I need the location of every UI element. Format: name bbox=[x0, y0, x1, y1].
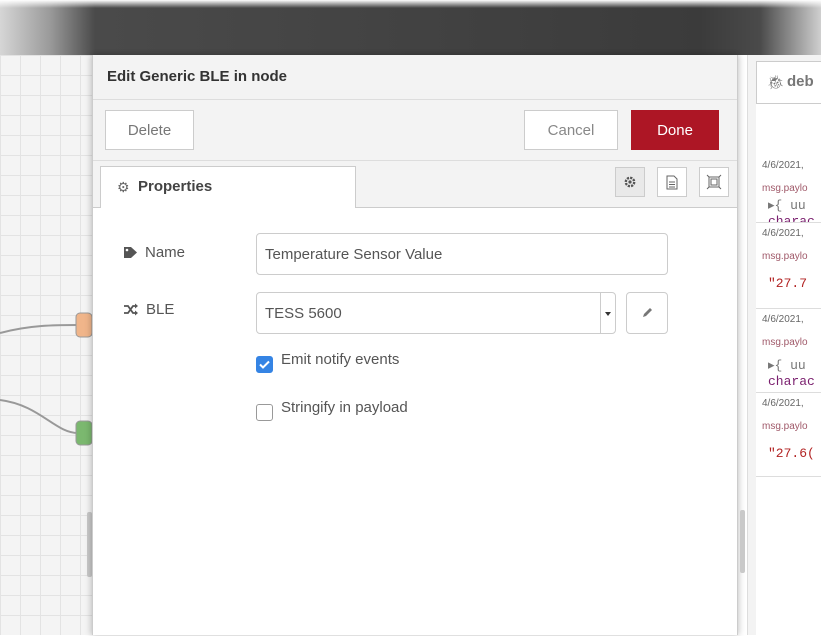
settings-gear-button[interactable] bbox=[615, 167, 645, 197]
frame-icon bbox=[706, 174, 722, 190]
name-input[interactable]: Temperature Sensor Value bbox=[256, 233, 668, 275]
tab-properties-label: Properties bbox=[138, 178, 213, 195]
message-timestamp: 4/6/2021, bbox=[762, 228, 804, 239]
debug-message[interactable]: 4/6/2021, msg.paylo ▸{ uu charac bbox=[756, 154, 821, 223]
debug-message[interactable]: 4/6/2021, msg.paylo "27.7 bbox=[756, 222, 821, 309]
dialog-toolbar: Delete Cancel Done bbox=[93, 100, 737, 161]
debug-messages: 4/6/2021, msg.paylo ▸{ uu charac 4/6/202… bbox=[756, 103, 821, 636]
debug-message[interactable]: 4/6/2021, msg.paylo ▸{ uu charac bbox=[756, 308, 821, 393]
checkmark-icon bbox=[259, 360, 270, 369]
dialog-title: Edit Generic BLE in node bbox=[107, 68, 288, 85]
done-button[interactable]: Done bbox=[631, 110, 719, 150]
ble-label-row: BLE bbox=[123, 301, 174, 318]
cancel-button[interactable]: Cancel bbox=[524, 110, 618, 150]
message-value[interactable]: ▸{ uu bbox=[768, 198, 806, 213]
message-topic: msg.paylo bbox=[762, 183, 808, 194]
stringify-payload-checkbox[interactable] bbox=[256, 404, 273, 421]
debug-sidebar: 🐞︎ deb 4/6/2021, msg.paylo ▸{ uu charac … bbox=[747, 55, 821, 636]
tab-debug[interactable]: 🐞︎ deb bbox=[756, 61, 821, 103]
chevron-down-icon bbox=[600, 293, 615, 333]
ble-label: BLE bbox=[146, 301, 175, 318]
message-topic: msg.paylo bbox=[762, 421, 808, 432]
edit-node-dialog: Edit Generic BLE in node Delete Cancel D… bbox=[92, 55, 738, 635]
message-value[interactable]: ▸{ uu bbox=[768, 358, 806, 373]
flow-wires bbox=[0, 312, 92, 446]
tab-properties[interactable]: ⚙ Properties bbox=[100, 166, 356, 208]
tab-debug-label: deb bbox=[787, 73, 814, 90]
message-value: "27.6( bbox=[768, 446, 815, 461]
gear-icon bbox=[624, 176, 636, 188]
pencil-icon bbox=[643, 308, 652, 317]
description-button[interactable] bbox=[657, 167, 687, 197]
appearance-button[interactable] bbox=[699, 167, 729, 197]
name-label: Name bbox=[145, 244, 186, 261]
stringify-payload-label: Stringify in payload bbox=[281, 399, 408, 416]
node-port[interactable] bbox=[75, 420, 92, 446]
edit-ble-config-button[interactable] bbox=[626, 292, 668, 334]
debug-message[interactable]: 4/6/2021, msg.paylo "27.6( bbox=[756, 392, 821, 477]
emit-notify-checkbox[interactable] bbox=[256, 356, 273, 373]
name-label-row: Name bbox=[123, 244, 185, 261]
ble-select[interactable]: TESS 5600 bbox=[256, 292, 616, 334]
delete-button[interactable]: Delete bbox=[105, 110, 194, 150]
bug-icon: 🐞︎ bbox=[767, 74, 785, 90]
shuffle-icon bbox=[124, 303, 138, 316]
message-value-detail: charac bbox=[768, 374, 815, 389]
message-timestamp: 4/6/2021, bbox=[762, 160, 804, 171]
document-icon bbox=[666, 175, 678, 189]
emit-notify-label: Emit notify events bbox=[281, 351, 400, 368]
node-port[interactable] bbox=[75, 312, 92, 338]
gear-icon: ⚙ bbox=[117, 179, 130, 195]
app-header bbox=[0, 0, 821, 55]
message-timestamp: 4/6/2021, bbox=[762, 398, 804, 409]
tag-icon bbox=[124, 247, 137, 258]
ble-select-value: TESS 5600 bbox=[265, 304, 342, 322]
dialog-tabbar: ⚙ Properties bbox=[93, 161, 737, 208]
message-topic: msg.paylo bbox=[762, 251, 808, 262]
message-topic: msg.paylo bbox=[762, 337, 808, 348]
message-value: "27.7 bbox=[768, 276, 808, 291]
message-timestamp: 4/6/2021, bbox=[762, 314, 804, 325]
dialog-title-bar: Edit Generic BLE in node bbox=[93, 55, 737, 100]
dialog-scrollbar[interactable] bbox=[740, 510, 745, 573]
